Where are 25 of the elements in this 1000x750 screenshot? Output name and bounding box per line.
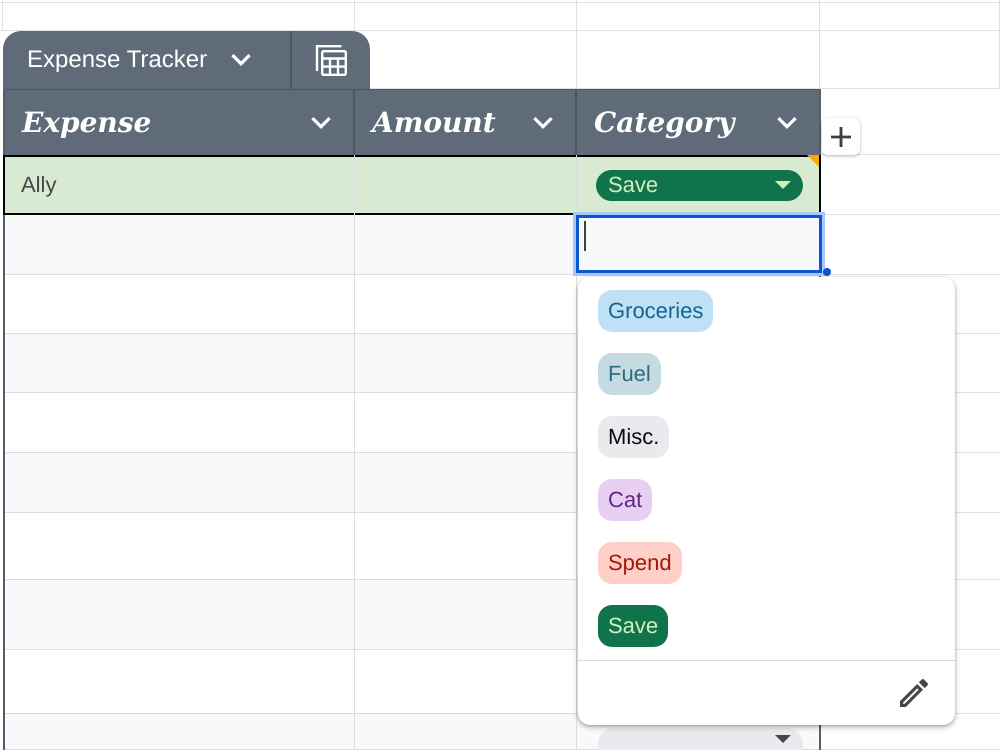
chevron-down-icon[interactable] (533, 116, 553, 128)
category-chip[interactable]: Save (596, 170, 803, 200)
add-column-button[interactable] (822, 118, 860, 155)
column-title: Category (594, 106, 734, 139)
option-chip[interactable]: Misc. (598, 416, 670, 458)
table-grid-icon[interactable] (315, 44, 347, 76)
text-cursor-icon (584, 221, 586, 251)
option-chip[interactable]: Groceries (598, 290, 714, 332)
option-chip[interactable]: Spend (598, 542, 682, 584)
option-chip[interactable]: Save (598, 605, 668, 647)
caret-down-icon[interactable] (775, 181, 791, 189)
chevron-down-icon[interactable] (311, 116, 331, 128)
cell-text: Ally (21, 172, 56, 198)
table-name-button[interactable]: Expense Tracker (3, 31, 290, 89)
corner-marker-icon (807, 155, 819, 167)
option-chip[interactable]: Cat (598, 479, 652, 521)
plus-icon (831, 126, 851, 146)
column-title: Expense (22, 106, 152, 139)
chevron-down-icon[interactable] (777, 116, 797, 128)
option-chip[interactable]: Fuel (598, 353, 661, 395)
pencil-icon[interactable] (900, 679, 928, 707)
cell-editor-field[interactable] (576, 215, 822, 273)
column-title: Amount (372, 106, 496, 139)
caret-down-icon[interactable] (775, 735, 791, 743)
chevron-down-icon[interactable] (231, 54, 252, 66)
